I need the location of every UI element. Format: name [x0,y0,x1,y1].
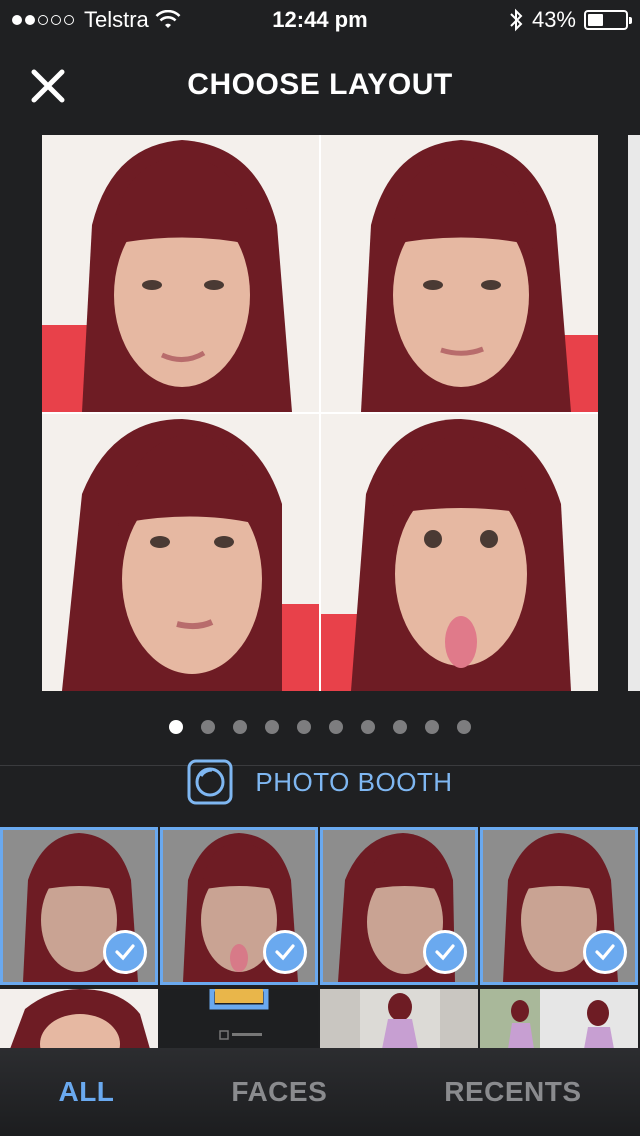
page-title: CHOOSE LAYOUT [187,68,453,101]
battery-icon [584,10,632,30]
photo-thumbnail[interactable] [0,989,158,1049]
photo-thumbnail[interactable] [320,827,478,985]
photo-top-left [42,135,319,412]
photo-booth-label: PHOTO BOOTH [255,766,453,797]
battery-percent: 43% [531,7,576,32]
photo-top-right [321,135,598,412]
selected-check-icon [423,930,467,974]
selected-check-icon [583,930,627,974]
carrier-name: Telstra [84,7,149,32]
photo-thumbnail[interactable] [480,827,638,985]
page-indicator[interactable] [0,720,640,736]
photo-thumbnail[interactable] [160,989,318,1049]
tab-recents[interactable]: RECENTS [444,1076,581,1108]
signal-strength-icon [12,15,74,25]
selected-check-icon [103,930,147,974]
wifi-icon [155,10,181,28]
status-right: 43% [508,7,632,33]
photo-grid-row [0,989,640,1049]
status-left: Telstra [12,7,181,33]
photo-bottom-right [321,414,598,691]
page-dot[interactable] [329,720,343,734]
selected-check-icon [263,930,307,974]
layout-preview[interactable] [42,135,598,691]
page-dot[interactable] [457,720,471,734]
photo-booth-icon [187,759,233,805]
bottom-tab-bar: ALL FACES RECENTS [0,1048,640,1136]
page-dot[interactable] [169,720,183,734]
tab-faces[interactable]: FACES [231,1076,327,1108]
header: CHOOSE LAYOUT [0,50,640,120]
photo-thumbnail[interactable] [160,827,318,985]
page-dot[interactable] [425,720,439,734]
page-dot[interactable] [265,720,279,734]
photo-bottom-left [42,414,319,691]
next-layout-peek[interactable] [628,135,640,691]
photo-thumbnail[interactable] [320,989,478,1049]
bluetooth-icon [510,8,523,32]
page-dot[interactable] [393,720,407,734]
tab-all[interactable]: ALL [58,1076,114,1108]
photo-thumbnail[interactable] [480,989,638,1049]
page-dot[interactable] [201,720,215,734]
page-dot[interactable] [297,720,311,734]
selected-photos-row [0,827,640,987]
photo-booth-source[interactable]: PHOTO BOOTH [0,758,640,806]
page-dot[interactable] [233,720,247,734]
page-dot[interactable] [361,720,375,734]
status-bar: Telstra 12:44 pm 43% [0,0,640,40]
photo-thumbnail[interactable] [0,827,158,985]
